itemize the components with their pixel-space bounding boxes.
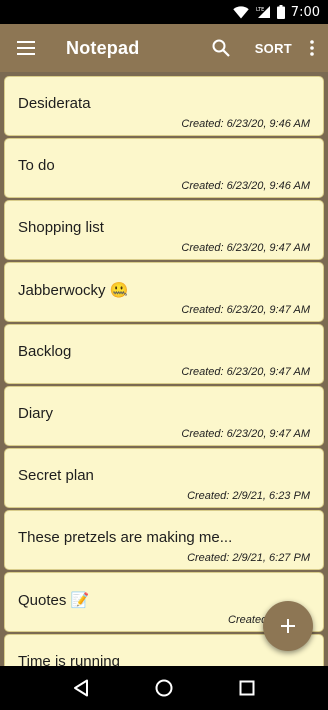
note-date: Created: 6/23/20, 9:47 AM	[181, 304, 310, 316]
note-title: Time is running	[18, 653, 120, 666]
add-note-button[interactable]	[263, 601, 313, 651]
note-item[interactable]: Shopping list Created: 6/23/20, 9:47 AM	[4, 200, 324, 260]
svg-text:LTE: LTE	[256, 7, 264, 13]
nav-back-icon	[74, 679, 89, 697]
note-date: Created: 6/23/20, 9:46 AM	[181, 118, 310, 130]
notes-list[interactable]: Desiderata Created: 6/23/20, 9:46 AM To …	[0, 72, 328, 666]
nav-home-icon	[155, 679, 173, 697]
sort-button[interactable]: SORT	[247, 41, 300, 56]
note-date: Created: 6/23/20, 9:47 AM	[181, 428, 310, 440]
more-vert-icon	[310, 40, 314, 56]
menu-button[interactable]	[0, 24, 52, 72]
note-item[interactable]: To do Created: 6/23/20, 9:46 AM	[4, 138, 324, 198]
nav-recents-button[interactable]	[227, 668, 267, 708]
app-bar: Notepad SORT	[0, 24, 328, 72]
note-item[interactable]: Secret plan Created: 2/9/21, 6:23 PM	[4, 448, 324, 508]
note-title: To do	[18, 157, 55, 174]
status-time: 7:00	[290, 4, 320, 20]
menu-icon	[17, 41, 35, 55]
note-title: Quotes 📝	[18, 592, 90, 609]
note-title: Diary	[18, 405, 54, 422]
battery-icon	[276, 5, 285, 19]
note-title: These pretzels are making me...	[18, 529, 233, 546]
more-options-button[interactable]	[300, 24, 324, 72]
note-item[interactable]: Backlog Created: 6/23/20, 9:47 AM	[4, 324, 324, 384]
cell-signal-icon: LTE	[255, 5, 271, 19]
note-date: Created: 6/23/20, 9:46 AM	[181, 180, 310, 192]
note-title: Secret plan	[18, 467, 94, 484]
search-button[interactable]	[203, 24, 239, 72]
app-title: Notepad	[66, 37, 140, 58]
nav-home-button[interactable]	[144, 668, 184, 708]
note-item[interactable]: These pretzels are making me... Created:…	[4, 510, 324, 570]
nav-recents-icon	[239, 680, 255, 696]
status-bar: LTE 7:00	[0, 0, 328, 24]
note-date: Created: 2/9/21, 6:23 PM	[187, 490, 310, 502]
add-icon	[281, 619, 295, 633]
note-date: Created: 6/23/20, 9:47 AM	[181, 366, 310, 378]
note-item[interactable]: Diary Created: 6/23/20, 9:47 AM	[4, 386, 324, 446]
wifi-icon	[233, 5, 249, 19]
note-title: Desiderata	[18, 95, 91, 112]
note-date: Created: 2/9/21, 6:27 PM	[187, 552, 310, 564]
note-title: Jabberwocky 🤐	[18, 282, 129, 299]
search-icon	[212, 39, 230, 57]
nav-back-button[interactable]	[61, 668, 101, 708]
note-date: Created: 6/23/20, 9:47 AM	[181, 242, 310, 254]
note-item[interactable]: Jabberwocky 🤐 Created: 6/23/20, 9:47 AM	[4, 262, 324, 322]
note-title: Shopping list	[18, 219, 104, 236]
note-item[interactable]: Desiderata Created: 6/23/20, 9:46 AM	[4, 76, 324, 136]
note-title: Backlog	[18, 343, 72, 360]
system-nav-bar	[0, 666, 328, 710]
